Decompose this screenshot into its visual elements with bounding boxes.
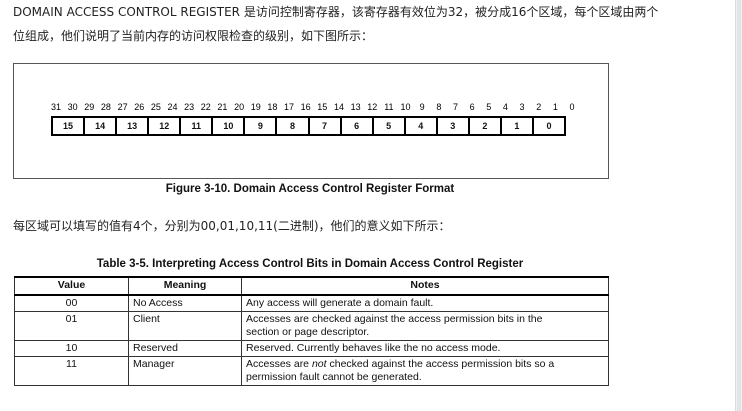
header-value: Value: [14, 276, 129, 296]
bit-number-row: 31 30 29 28 27 26 25 24 23 22 21 20 19 18 17 16 15 14 13 12…: [51, 101, 575, 113]
domain-field: 2: [470, 118, 502, 134]
domain-field: 6: [342, 118, 374, 134]
intro-line-1: DOMAIN ACCESS CONTROL REGISTER 是访问控制寄存器，…: [13, 5, 659, 19]
bit-number: 0: [569, 102, 575, 112]
domain-field: 8: [277, 118, 310, 134]
cell-meaning: Reserved: [128, 340, 242, 357]
domain-field: 11: [181, 118, 214, 134]
values-paragraph: 每区域可以填写的值有4个，分别为00,01,10,11(二进制)，他们的意义如下…: [13, 219, 451, 233]
cell-notes: Accesses are checked against the access …: [241, 311, 609, 341]
cell-meaning: No Access: [128, 294, 242, 312]
table-row: 00 No Access Any access will generate a …: [14, 294, 609, 312]
domain-field: 3: [438, 118, 470, 134]
domain-field: 0: [546, 121, 552, 131]
cell-value: 00: [14, 294, 129, 312]
notes-line: section or page descriptor.: [246, 326, 370, 338]
domain-field: 12: [149, 118, 182, 134]
cell-value: 01: [14, 311, 129, 341]
cell-notes: Any access will generate a domain fault.: [241, 294, 609, 312]
register-diagram: 15 14 13 12 11 10 9 8 7 6 5 4 3 2 1 0: [51, 116, 566, 136]
domain-field: 10: [213, 118, 246, 134]
domain-field: 7: [310, 118, 342, 134]
cell-value: 10: [14, 340, 129, 357]
table-row: 10 Reserved Reserved. Currently behaves …: [14, 340, 609, 357]
domain-field: 4: [406, 118, 438, 134]
figure-caption: Figure 3-10. Domain Access Control Regis…: [165, 183, 455, 195]
table-row: 01 Client Accesses are checked against t…: [14, 311, 609, 341]
table-row: 11 Manager Accesses are not checked agai…: [14, 356, 609, 386]
cell-value: 11: [14, 356, 129, 386]
domain-field: 9: [245, 118, 278, 134]
notes-line: permission fault cannot be generated.: [246, 371, 422, 383]
cell-notes: Accesses are not checked against the acc…: [241, 356, 609, 386]
domain-field: 15: [53, 118, 86, 134]
notes-text: Accesses are: [246, 358, 312, 370]
vertical-scrollbar[interactable]: [735, 0, 742, 411]
domain-field: 1: [502, 118, 534, 134]
access-control-table: Value Meaning Notes 00 No Access Any acc…: [14, 276, 609, 386]
table-caption: Table 3-5. Interpreting Access Control B…: [96, 258, 524, 270]
header-meaning: Meaning: [128, 276, 242, 296]
header-notes: Notes: [241, 276, 609, 296]
domain-field: 13: [117, 118, 150, 134]
domain-field: 14: [85, 118, 118, 134]
table-header-row: Value Meaning Notes: [14, 276, 609, 296]
intro-line-2: 位组成，他们说明了当前内存的访问权限检查的级别，如下图所示：: [13, 29, 374, 43]
scrollbar-thumb[interactable]: [737, 0, 741, 411]
notes-text: checked against the access permission bi…: [326, 358, 555, 370]
cell-notes: Reserved. Currently behaves like the no …: [241, 340, 609, 357]
cell-meaning: Manager: [128, 356, 242, 386]
notes-line: Accesses are checked against the access …: [246, 313, 543, 325]
cell-meaning: Client: [128, 311, 242, 341]
domain-field: 5: [374, 118, 406, 134]
notes-emphasis: not: [311, 358, 327, 370]
